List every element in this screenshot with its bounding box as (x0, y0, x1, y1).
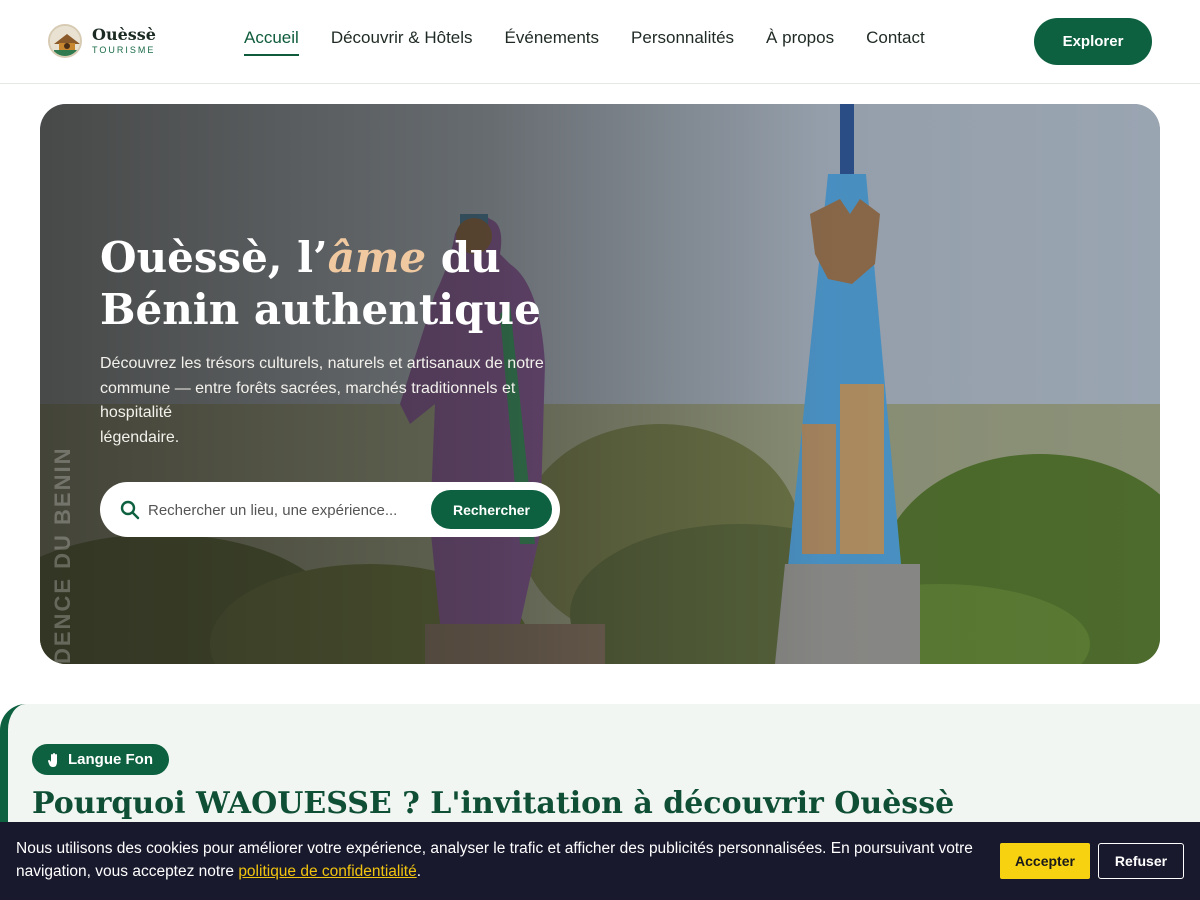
cookie-text-end: . (416, 863, 422, 880)
hero-description: Découvrez les trésors culturels, naturel… (100, 352, 580, 450)
cookie-banner: Nous utilisons des cookies pour améliore… (0, 822, 1200, 900)
nav-item-a-propos[interactable]: À propos (766, 28, 834, 56)
hero-banner: Ouèssè, l’âme du Bénin authentique Décou… (40, 104, 1160, 664)
explore-button[interactable]: Explorer (1034, 18, 1152, 65)
hero-title-line2: Bénin authentique (100, 285, 541, 334)
badge-label: Langue Fon (68, 751, 153, 768)
search-input[interactable] (148, 496, 418, 524)
cookie-message: Nous utilisons des cookies pour améliore… (16, 837, 991, 883)
search-button[interactable]: Rechercher (431, 490, 552, 529)
refuse-cookies-button[interactable]: Refuser (1098, 843, 1184, 879)
main-nav: Accueil Découvrir & Hôtels Événements Pe… (244, 28, 957, 56)
logo-subtitle: TOURISME (92, 45, 156, 55)
section-title: Pourquoi WAOUESSE ? L'invitation à décou… (32, 786, 955, 821)
nav-item-evenements[interactable]: Événements (505, 28, 600, 56)
privacy-policy-link[interactable]: politique de confidentialité (238, 863, 416, 880)
hero-vertical-text: DENCE DU BENIN (50, 446, 75, 664)
nav-item-decouvrir-hotels[interactable]: Découvrir & Hôtels (331, 28, 473, 56)
nav-item-personnalites[interactable]: Personnalités (631, 28, 734, 56)
nav-item-contact[interactable]: Contact (866, 28, 925, 56)
site-logo[interactable]: Ouèssè TOURISME (48, 24, 156, 58)
language-badge[interactable]: Langue Fon (32, 744, 169, 775)
hand-icon (48, 752, 57, 767)
hero-title-part2: du (426, 233, 501, 282)
accept-cookies-button[interactable]: Accepter (1000, 843, 1090, 879)
search-bar: Rechercher (100, 482, 560, 537)
hero-title: Ouèssè, l’âme du Bénin authentique (100, 232, 620, 336)
cookie-text: Nous utilisons des cookies pour améliore… (16, 840, 973, 880)
hero-description-line2: légendaire. (100, 428, 180, 446)
site-header: Ouèssè TOURISME Accueil Découvrir & Hôte… (0, 0, 1200, 84)
hero-description-line1: Découvrez les trésors culturels, naturel… (100, 355, 544, 421)
hero-title-part1: Ouèssè, l’ (100, 233, 328, 282)
search-icon (120, 500, 140, 520)
logo-name: Ouèssè (92, 25, 156, 44)
hero-title-accent: âme (327, 233, 427, 282)
logo-emblem-icon (48, 24, 82, 58)
nav-item-accueil[interactable]: Accueil (244, 28, 299, 56)
